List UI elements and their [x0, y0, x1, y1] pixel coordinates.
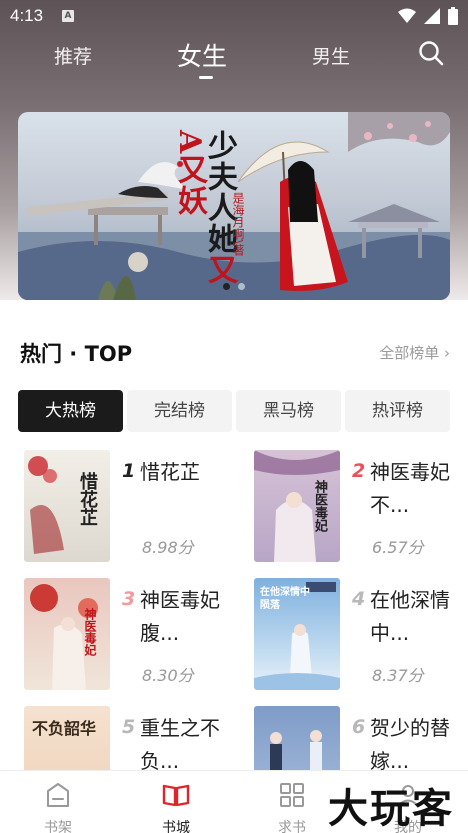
book-score: 6.57分: [372, 538, 424, 557]
nav-label: 书城: [162, 820, 190, 833]
carousel-dot[interactable]: [223, 283, 230, 290]
book-item[interactable]: 6 贺少的替嫁...: [248, 706, 468, 770]
book-cover: 不负韶华: [24, 706, 110, 770]
status-bar: 4:13 A: [0, 0, 468, 32]
cover-title: 神医毒妃: [83, 608, 97, 656]
book-item[interactable]: 神医毒妃 3 神医毒妃腹... 8.30分: [18, 578, 238, 690]
battery-icon: [448, 7, 458, 25]
watermark-logo: 大玩客: [328, 785, 454, 832]
tab-finished[interactable]: 完结榜: [127, 390, 232, 432]
cover-title: 神医毒妃: [312, 480, 327, 532]
rank-number: 3: [122, 588, 136, 610]
status-time: 4:13: [10, 6, 44, 25]
cover-art: [270, 730, 322, 770]
book-score: 8.37分: [372, 666, 424, 685]
tab-dark-horse[interactable]: 黑马榜: [236, 390, 341, 432]
rank-number: 4: [352, 588, 366, 610]
book-item[interactable]: 不负韶华 5 重生之不负...: [18, 706, 238, 770]
chevron-right-icon: ›: [444, 344, 450, 362]
book-title: 神医毒妃不...: [370, 460, 450, 517]
nav-label: 书架: [44, 820, 72, 833]
book-cover: 神医毒妃: [254, 450, 340, 562]
book-item[interactable]: 在他深情中陨落 4 在他深情中... 8.37分: [248, 578, 468, 690]
book-item[interactable]: 神医毒妃 2 神医毒妃不... 6.57分: [248, 450, 468, 562]
status-icons: [398, 7, 458, 25]
rank-number: 2: [352, 460, 366, 482]
book-title: 惜花芷: [140, 460, 200, 484]
book-title: 贺少的替嫁...: [370, 716, 450, 770]
tab-male[interactable]: 男生: [312, 42, 350, 69]
banner-author: 是海月啊\著: [231, 192, 245, 257]
book-title: 重生之不负...: [140, 716, 220, 770]
cover-title: 不负韶华: [32, 719, 97, 738]
book-cover: 在他深情中陨落: [254, 578, 340, 690]
book-cover: [254, 706, 340, 770]
book-score: 8.98分: [142, 538, 194, 557]
promo-banner[interactable]: 少夫人她又A又妖 是海月啊\著: [18, 112, 450, 300]
book-item[interactable]: 惜花芷 1 惜花芷 8.98分: [18, 450, 238, 562]
hot-section: 热门 · TOP 全部榜单 › 大热榜 完结榜 黑马榜 热评榜 惜花芷 1 惜花…: [0, 300, 468, 770]
tab-female[interactable]: 女生: [177, 37, 227, 73]
banner-title: 少夫人她又A又妖: [172, 130, 237, 300]
search-icon[interactable]: [418, 40, 444, 66]
bookshelf-icon: [47, 783, 69, 807]
nav-label: 求书: [278, 820, 306, 833]
carousel-dot[interactable]: [238, 283, 245, 290]
nav-request[interactable]: 求书: [262, 781, 322, 833]
book-cover: 惜花芷: [24, 450, 110, 562]
active-tab-indicator: [199, 76, 213, 79]
all-rankings-link[interactable]: 全部榜单 ›: [379, 342, 450, 363]
section-title: 热门 · TOP: [20, 342, 133, 366]
carousel-dots: [18, 283, 450, 290]
cover-title: 在他深情中陨落: [260, 587, 310, 611]
all-rankings-label: 全部榜单: [379, 344, 440, 362]
tab-hot[interactable]: 大热榜: [18, 390, 123, 432]
rank-number: 5: [122, 716, 136, 738]
open-book-icon: [162, 784, 190, 807]
book-cover: 神医毒妃: [24, 578, 110, 690]
rank-number: 1: [122, 460, 136, 482]
wifi-icon: [398, 8, 416, 23]
top-nav: 推荐 女生 男生: [0, 32, 468, 82]
nav-bookshelf[interactable]: 书架: [28, 781, 88, 833]
book-score: 8.30分: [142, 666, 194, 685]
rank-number: 6: [352, 716, 366, 738]
book-title: 神医毒妃腹...: [140, 588, 220, 645]
signal-icon: [424, 8, 440, 24]
tab-recommend[interactable]: 推荐: [54, 42, 92, 69]
book-title: 在他深情中...: [370, 588, 450, 645]
notification-icon: A: [62, 10, 74, 22]
nav-bookstore[interactable]: 书城: [146, 781, 206, 833]
grid-icon: [280, 783, 304, 807]
cover-title: 惜花芷: [77, 472, 98, 526]
tab-hot-review[interactable]: 热评榜: [345, 390, 450, 432]
rank-tabs: 大热榜 完结榜 黑马榜 热评榜: [18, 390, 450, 432]
